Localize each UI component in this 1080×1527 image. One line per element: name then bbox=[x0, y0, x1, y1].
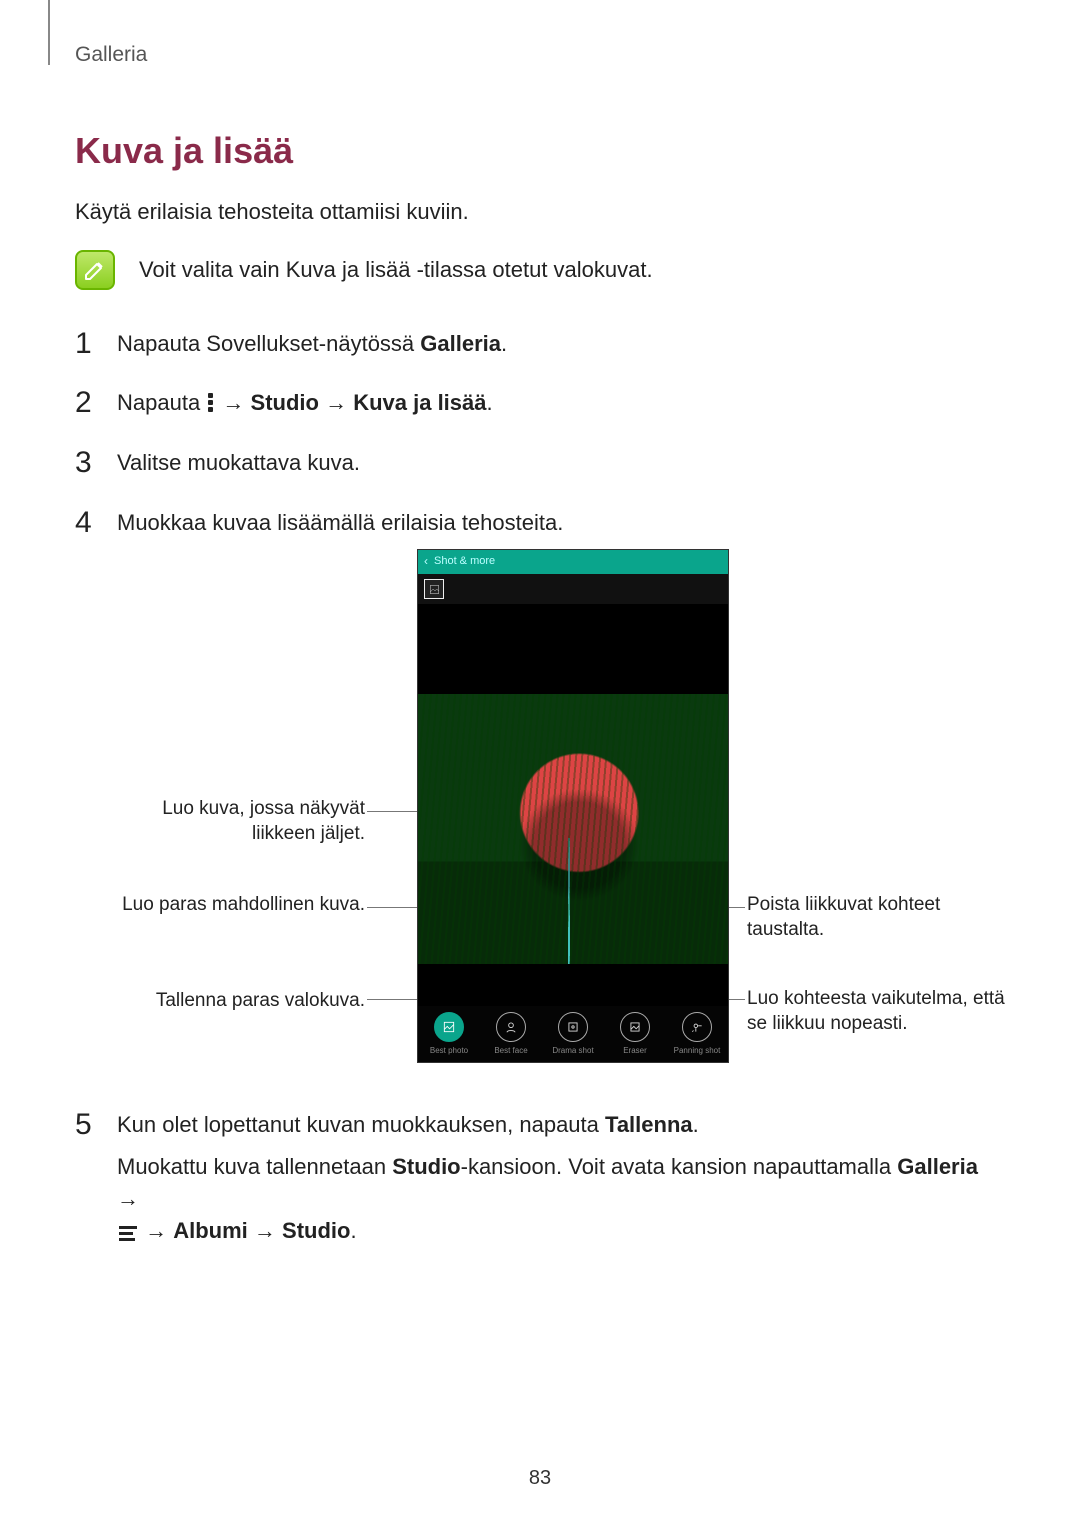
guide-line bbox=[568, 838, 570, 964]
photo-preview bbox=[418, 694, 728, 964]
tool-best-photo[interactable]: Best photo bbox=[418, 1006, 480, 1062]
tool-label: Drama shot bbox=[552, 1045, 593, 1057]
back-chevron-icon: ‹ bbox=[424, 553, 428, 570]
menu-list-icon bbox=[119, 1226, 137, 1240]
s5l1-pre: Kun olet lopettanut kuvan muokkauksen, n… bbox=[117, 1112, 605, 1137]
s5l3-post: . bbox=[350, 1218, 356, 1243]
page-margin-bar bbox=[48, 0, 50, 65]
tool-icon bbox=[558, 1012, 588, 1042]
tool-label: Best photo bbox=[430, 1045, 468, 1057]
step4-text: Muokkaa kuvaa lisäämällä erilaisia tehos… bbox=[117, 507, 1005, 539]
section-title: Kuva ja lisää bbox=[75, 125, 1005, 177]
step5-line1: Kun olet lopettanut kuvan muokkauksen, n… bbox=[117, 1109, 1005, 1141]
s5l2-mid: -kansioon. Voit avata kansion napauttama… bbox=[461, 1154, 898, 1179]
note-text: Voit valita vain Kuva ja lisää -tilassa … bbox=[139, 254, 653, 286]
breadcrumb: Galleria bbox=[75, 40, 1005, 70]
step2-arrow2: → bbox=[319, 390, 353, 415]
callout-panning: Luo kohteesta vaikutelma, että se liikku… bbox=[747, 987, 1017, 1036]
tool-icon bbox=[682, 1012, 712, 1042]
step5-line2: Muokattu kuva tallennetaan Studio-kansio… bbox=[117, 1151, 1005, 1247]
tool-row: Best photo Best face Drama shot Eraser bbox=[418, 1006, 728, 1062]
callout-eraser: Poista liikkuvat kohteet taustalta. bbox=[747, 893, 1017, 942]
more-options-icon bbox=[208, 393, 214, 413]
thumbnail-bar bbox=[418, 574, 728, 604]
s5l2-arrow1: → bbox=[117, 1186, 139, 1211]
callout-motion-trail: Luo kuva, jossa näkyvät liikkeen jäljet. bbox=[117, 797, 365, 846]
step2-b1: Studio bbox=[251, 390, 319, 415]
callout-best-photo: Luo paras mahdollinen kuva. bbox=[117, 893, 365, 918]
tool-label: Eraser bbox=[623, 1045, 647, 1057]
step2-b2: Kuva ja lisää bbox=[353, 390, 486, 415]
steps-list: Napauta Sovellukset-näytössä Galleria. N… bbox=[75, 328, 1005, 1247]
tool-panning-shot[interactable]: Panning shot bbox=[666, 1006, 728, 1062]
tool-best-face[interactable]: Best face bbox=[480, 1006, 542, 1062]
phone-screenshot: ‹ Shot & more bbox=[417, 549, 729, 1063]
phone-header: ‹ Shot & more bbox=[418, 550, 728, 574]
phone-figure: Luo kuva, jossa näkyvät liikkeen jäljet.… bbox=[117, 549, 1037, 1079]
step-1: Napauta Sovellukset-näytössä Galleria. bbox=[75, 328, 1005, 360]
s5l2-pre: Muokattu kuva tallennetaan bbox=[117, 1154, 392, 1179]
page-number: 83 bbox=[0, 1464, 1080, 1493]
step-3: Valitse muokattava kuva. bbox=[75, 447, 1005, 479]
phone-header-title: Shot & more bbox=[434, 554, 495, 570]
thumbnail-icon bbox=[424, 579, 444, 599]
tool-icon bbox=[620, 1012, 650, 1042]
callout-save-best: Tallenna paras valokuva. bbox=[117, 989, 365, 1014]
step1-post: . bbox=[501, 331, 507, 356]
step2-pre: Napauta bbox=[117, 390, 206, 415]
step2-post: . bbox=[487, 390, 493, 415]
s5l1-b: Tallenna bbox=[605, 1112, 693, 1137]
tool-eraser[interactable]: Eraser bbox=[604, 1006, 666, 1062]
s5l3-arrow2: → bbox=[248, 1218, 282, 1243]
tool-icon bbox=[496, 1012, 526, 1042]
tool-drama-shot[interactable]: Drama shot bbox=[542, 1006, 604, 1062]
tool-label: Best face bbox=[494, 1045, 527, 1057]
s5l1-post: . bbox=[693, 1112, 699, 1137]
black-area bbox=[418, 964, 728, 1008]
step-5: Kun olet lopettanut kuvan muokkauksen, n… bbox=[75, 1109, 1005, 1247]
black-area bbox=[418, 604, 728, 694]
step-4: Muokkaa kuvaa lisäämällä erilaisia tehos… bbox=[75, 507, 1005, 1079]
step2-arrow1: → bbox=[216, 390, 250, 415]
step1-bold: Galleria bbox=[420, 331, 501, 356]
note-block: Voit valita vain Kuva ja lisää -tilassa … bbox=[75, 250, 1005, 290]
step-2: Napauta → Studio → Kuva ja lisää. bbox=[75, 387, 1005, 419]
tool-icon bbox=[434, 1012, 464, 1042]
s5l2-b2: Galleria bbox=[897, 1154, 978, 1179]
tool-label: Panning shot bbox=[674, 1045, 721, 1057]
s5l2-b1: Studio bbox=[392, 1154, 460, 1179]
note-icon bbox=[75, 250, 115, 290]
s5l3-b1: Albumi bbox=[173, 1218, 248, 1243]
step1-pre: Napauta Sovellukset-näytössä bbox=[117, 331, 420, 356]
s5l3-b2: Studio bbox=[282, 1218, 350, 1243]
intro-text: Käytä erilaisia tehosteita ottamiisi kuv… bbox=[75, 196, 1005, 228]
s5l3-arrow1: → bbox=[139, 1218, 173, 1243]
